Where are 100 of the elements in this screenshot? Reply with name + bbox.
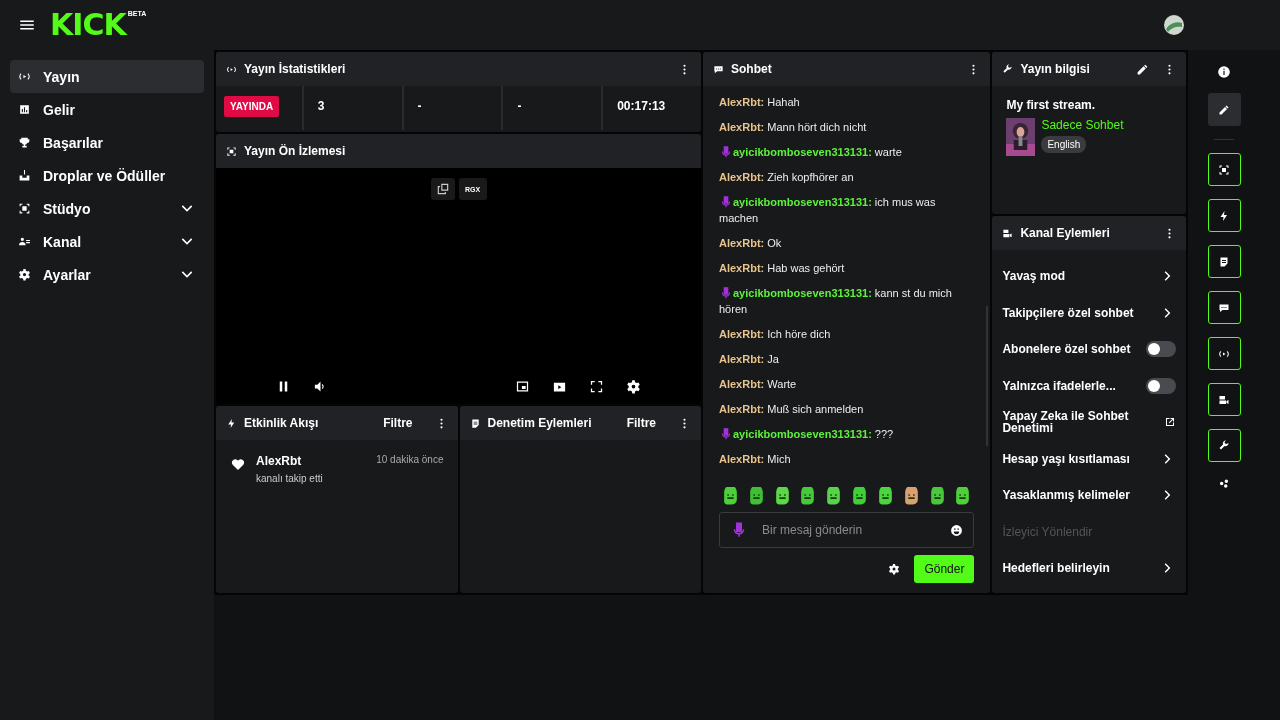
sidebar-item[interactable]: Droplar ve Ödüller xyxy=(10,159,204,192)
rail-button[interactable] xyxy=(1207,291,1241,324)
avatar-icon[interactable] xyxy=(1162,13,1186,37)
rail-button[interactable] xyxy=(1207,429,1241,462)
frame-icon xyxy=(18,202,31,215)
panel-title: Yayın Ön İzlemesi xyxy=(244,144,347,158)
chat-icon xyxy=(713,63,724,75)
kick-logo[interactable]: KICK xyxy=(50,10,126,40)
filter-button[interactable]: Filtre xyxy=(620,415,662,431)
menu-item[interactable]: Hedefleri belirleyin xyxy=(1002,562,1160,575)
frame-icon xyxy=(1218,163,1230,176)
bolt-icon xyxy=(226,417,237,429)
chat-input-box[interactable]: Bir mesaj gönderin xyxy=(719,512,975,548)
chat-message: AlexRbt: Ok xyxy=(719,236,783,251)
emote-icon[interactable] xyxy=(721,487,740,506)
chat-message: AlexRbt: Ich höre dich xyxy=(719,327,832,342)
language-tag[interactable]: English xyxy=(1041,136,1087,153)
wrench-icon xyxy=(1218,439,1230,452)
picture-in-picture-icon[interactable] xyxy=(515,379,530,394)
category-link[interactable]: Sadece Sohbet xyxy=(1041,118,1124,132)
external-link-icon[interactable] xyxy=(1164,416,1176,429)
panel-title: Yayın bilgisi xyxy=(1020,62,1091,76)
chat-message: ayicikbomboseven313131: kann st du mich hören xyxy=(719,285,953,317)
rail-button[interactable] xyxy=(1207,245,1241,278)
menu-item[interactable]: Yapay Zeka ile Sohbet Denetimi xyxy=(1002,410,1164,435)
stat-value: 00:17:13 xyxy=(617,99,666,113)
download-tray-icon xyxy=(18,169,31,182)
sidebar-item[interactable]: Stüdyo xyxy=(10,192,204,225)
chat-message: AlexRbt: Mann hört dich nicht xyxy=(719,120,868,135)
microphone-icon xyxy=(719,195,733,209)
pencil-icon xyxy=(1218,103,1230,116)
panel-title: Etkinlik Akışı xyxy=(244,416,320,430)
chat-message: AlexRbt: Warte xyxy=(719,377,798,392)
chat-message: AlexRbt: Zieh kopfhörer an xyxy=(719,170,855,185)
camera-icon xyxy=(1218,393,1230,406)
toggle-switch[interactable] xyxy=(1146,341,1176,358)
microphone-icon xyxy=(719,427,733,441)
stat-value: - xyxy=(517,99,522,113)
users-icon xyxy=(18,235,31,248)
panel-title: Sohbet xyxy=(731,62,773,76)
toggle-label: Yalnızca ifadelerle... xyxy=(1002,379,1117,392)
event-user: AlexRbt xyxy=(256,454,303,468)
rail-button[interactable] xyxy=(1207,93,1241,126)
sidebar-item[interactable]: Kanal xyxy=(10,225,204,258)
chat-message: AlexRbt: Hab was gehört xyxy=(719,261,846,276)
panel-title: Kanal Eylemleri xyxy=(1020,226,1111,240)
chat-message: AlexRbt: Ja xyxy=(719,352,780,367)
popout-icon xyxy=(435,181,450,196)
menu-item[interactable]: Takipçilere özel sohbet xyxy=(1002,306,1160,319)
stat-value: 3 xyxy=(317,99,325,113)
microphone-icon xyxy=(719,286,733,300)
rail-button[interactable] xyxy=(1207,337,1241,370)
bolt-icon xyxy=(1218,209,1230,222)
document-icon xyxy=(1218,255,1230,268)
chart-icon xyxy=(18,103,31,116)
camera-icon xyxy=(1002,227,1014,239)
settings-icon[interactable] xyxy=(626,379,641,394)
sidebar-item[interactable]: Gelir xyxy=(10,93,204,126)
rail-button[interactable] xyxy=(1207,153,1241,186)
chat-message: ayicikbomboseven313131: warte xyxy=(719,144,973,160)
rail-button[interactable] xyxy=(1207,383,1241,416)
popout-button[interactable] xyxy=(430,178,455,200)
settings-icon[interactable] xyxy=(888,563,901,575)
panel-title: Denetim Eylemleri xyxy=(487,416,593,430)
toggle-label: Abonelere özel sohbet xyxy=(1002,343,1132,356)
emoji-icon[interactable] xyxy=(950,523,964,537)
chat-message: ayicikbomboseven313131: ich mus was machen xyxy=(719,194,937,226)
chat-message: AlexRbt: Hahah xyxy=(719,95,801,110)
trophy-icon xyxy=(18,136,31,149)
sidebar-item[interactable]: Yayın xyxy=(10,60,204,93)
wrench-icon xyxy=(1002,63,1014,75)
chat-message: ayicikbomboseven313131: ??? xyxy=(719,426,973,442)
menu-item[interactable]: Hesap yaşı kısıtlaması xyxy=(1002,452,1160,465)
pencil-icon[interactable] xyxy=(1136,62,1149,76)
filter-button[interactable]: Filtre xyxy=(377,415,419,431)
menu-item[interactable]: Yavaş mod xyxy=(1002,270,1160,283)
section-heading: İzleyici Yönlendir xyxy=(1002,524,1093,539)
stream-title: My first stream. xyxy=(1006,98,1097,112)
panel-title: Yayın İstatistikleri xyxy=(244,62,347,76)
sidebar-item[interactable]: Ayarlar xyxy=(10,258,204,291)
send-button[interactable]: Gönder xyxy=(914,555,975,583)
fullscreen-icon[interactable] xyxy=(589,379,604,394)
microphone-icon xyxy=(719,145,733,159)
rail-button[interactable] xyxy=(1207,199,1241,232)
heart-icon xyxy=(230,456,246,472)
chat-message: AlexRbt: Muß sich anmelden xyxy=(719,402,865,417)
toggle-switch[interactable] xyxy=(1146,377,1176,394)
menu-item[interactable]: Yasaklanmış kelimeler xyxy=(1002,489,1160,502)
document-icon xyxy=(469,417,481,429)
live-badge: YAYINDA xyxy=(224,96,280,117)
message-input[interactable]: Bir mesaj gönderin xyxy=(760,522,951,538)
stat-value: - xyxy=(417,99,422,113)
chat-message: AlexRbt: Mich xyxy=(719,452,792,467)
info-icon xyxy=(1217,65,1231,79)
sidebar-item[interactable]: Başarılar xyxy=(10,126,204,159)
settings-icon xyxy=(18,268,31,281)
frame-icon xyxy=(226,145,237,157)
rail-button[interactable] xyxy=(1216,64,1232,80)
event-action: kanalı takip etti xyxy=(256,473,324,484)
event-time: 10 dakika önce xyxy=(376,454,444,467)
